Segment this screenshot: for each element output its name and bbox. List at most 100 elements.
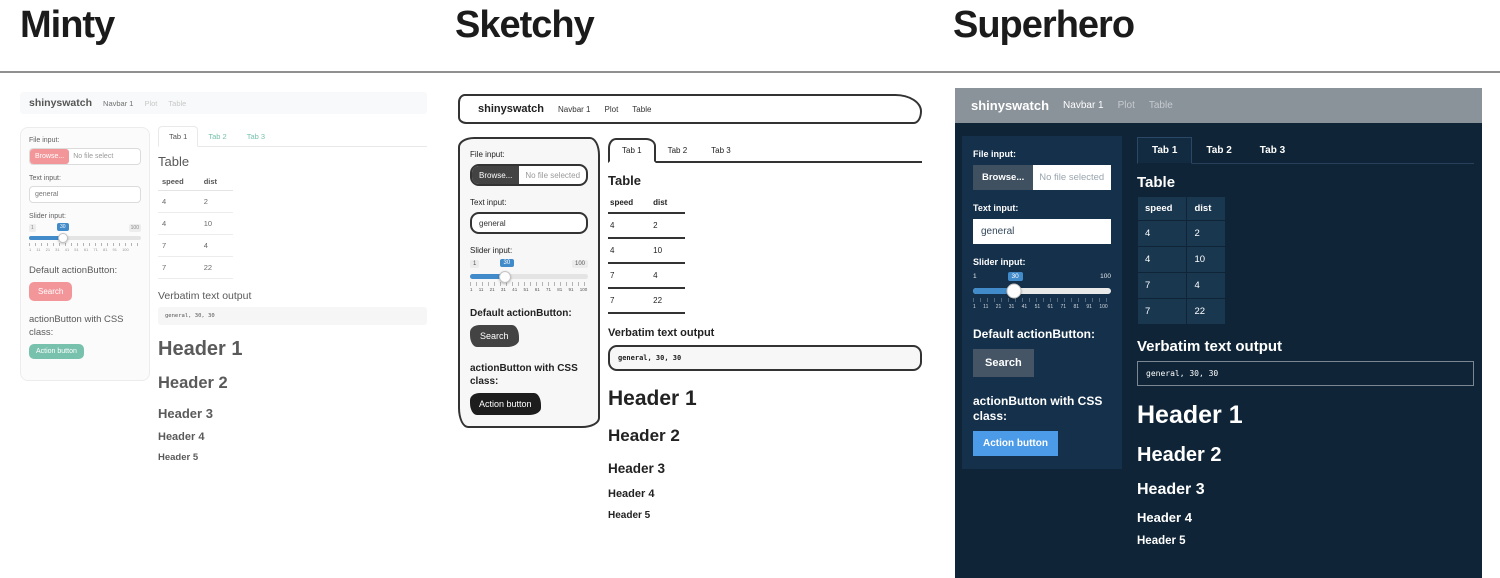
tab-2[interactable]: Tab 2 [656,140,700,161]
header-5: Header 5 [1137,535,1474,547]
verbatim-title: Verbatim text output [608,327,922,339]
nav-item-table[interactable]: Table [1149,100,1173,111]
data-table: speed dist 42 410 74 722 [1137,196,1226,325]
sidebar: File input: Browse... No file select Tex… [20,127,150,381]
table-row: 74 [1138,273,1225,298]
default-actionbutton-label: Default actionButton: [29,265,141,277]
cell: 7 [158,257,200,279]
browse-button[interactable]: Browse... [973,165,1033,190]
nav-item-plot[interactable]: Plot [605,105,619,114]
search-button[interactable]: Search [29,282,72,301]
slider-input: 1 30 100 1 11 21 31 41 51 61 71 81 91 10… [470,260,588,292]
slider-input: 1 30 100 1 11 21 31 41 51 61 71 81 91 10… [29,224,141,252]
cell: 2 [1187,221,1225,246]
file-input-placeholder[interactable]: No file select [69,149,140,164]
table-title: Table [158,154,427,169]
cell: 2 [651,213,685,238]
slider-ticks [29,243,141,246]
slider-track[interactable] [470,274,588,279]
navbar: shinyswatch Navbar 1 Plot Table [458,94,922,124]
text-input[interactable] [29,186,141,203]
tab-3[interactable]: Tab 3 [237,127,275,146]
navbar-brand[interactable]: shinyswatch [478,103,544,115]
nav-item-navbar1[interactable]: Navbar 1 [1063,100,1104,111]
verbatim-output: general, 30, 30 [608,345,922,371]
data-table: speed dist 42 410 74 722 [158,173,233,279]
divider [0,71,1500,73]
cell: 4 [1138,247,1186,272]
cell: 4 [158,191,200,213]
table-row: 722 [1138,299,1225,324]
nav-item-plot[interactable]: Plot [1118,100,1135,111]
verbatim-output: general, 30, 30 [158,307,427,325]
nav-item-navbar1[interactable]: Navbar 1 [103,99,133,108]
action-button[interactable]: Action button [29,344,84,359]
tab-1[interactable]: Tab 1 [158,126,198,147]
tab-3[interactable]: Tab 3 [699,140,743,161]
text-input-label: Text input: [29,175,141,182]
slider-handle[interactable] [58,233,68,243]
table-title: Table [1137,174,1474,191]
slider-handle[interactable] [1007,284,1022,299]
search-button[interactable]: Search [470,325,519,347]
table-row: 722 [158,257,233,279]
slider-min-label: 1 [470,260,479,268]
text-input[interactable] [973,219,1111,244]
navbar-brand[interactable]: shinyswatch [971,98,1049,113]
table-row: 42 [158,191,233,213]
header-4: Header 4 [608,488,922,500]
action-button[interactable]: Action button [470,393,541,415]
slider-handle[interactable] [499,271,511,283]
file-input: Browse... No file select [29,148,141,165]
tab-1[interactable]: Tab 1 [608,138,656,163]
cell: 22 [200,257,233,279]
action-button[interactable]: Action button [973,431,1058,456]
cell: 4 [1187,273,1225,298]
nav-item-navbar1[interactable]: Navbar 1 [558,105,590,114]
navbar-brand[interactable]: shinyswatch [29,97,92,109]
table-row: 410 [608,238,685,263]
header-4: Header 4 [1137,510,1474,525]
data-table: speed dist 42 410 74 722 [608,193,685,314]
tab-1[interactable]: Tab 1 [1137,137,1192,164]
header-3: Header 3 [1137,481,1474,499]
cell: 4 [651,263,685,288]
css-actionbutton-label: actionButton with CSS class: [973,394,1111,425]
file-input-label: File input: [470,150,588,159]
nav-item-table[interactable]: Table [168,99,186,108]
cell: 4 [608,213,651,238]
text-input-label: Text input: [470,198,588,207]
table-row: 42 [1138,221,1225,246]
slider-value-badge: 30 [1008,272,1023,281]
browse-button[interactable]: Browse... [472,166,519,184]
file-input: Browse... No file selected [470,164,588,186]
text-input[interactable] [470,212,588,234]
header-5: Header 5 [608,510,922,521]
tab-2[interactable]: Tab 2 [1192,138,1245,163]
text-input-label: Text input: [973,203,1111,213]
table-row: 42 [608,213,685,238]
header-2: Header 2 [158,374,427,393]
main-content: Tab 1 Tab 2 Tab 3 Table speed dist 42 41… [608,137,922,521]
slider-max-label: 100 [129,224,141,232]
file-input-placeholder[interactable]: No file selected [1033,165,1111,190]
cell: 7 [1138,273,1186,298]
tab-2[interactable]: Tab 2 [198,127,236,146]
browse-button[interactable]: Browse... [30,149,69,164]
column-header-speed: speed [608,193,651,213]
cell: 2 [200,191,233,213]
slider-track[interactable] [973,288,1111,294]
nav-item-table[interactable]: Table [632,105,651,114]
header-1: Header 1 [158,338,427,361]
slider-input-label: Slider input: [470,246,588,255]
nav-item-plot[interactable]: Plot [144,99,157,108]
file-input-label: File input: [973,149,1111,159]
header-3: Header 3 [158,406,427,421]
search-button[interactable]: Search [973,349,1034,377]
slider-track[interactable] [29,236,141,240]
theme-title-superhero: Superhero [953,4,1134,47]
cell: 4 [200,235,233,257]
tab-3[interactable]: Tab 3 [1246,138,1299,163]
file-input-placeholder[interactable]: No file selected [519,166,586,184]
verbatim-title: Verbatim text output [1137,338,1474,355]
